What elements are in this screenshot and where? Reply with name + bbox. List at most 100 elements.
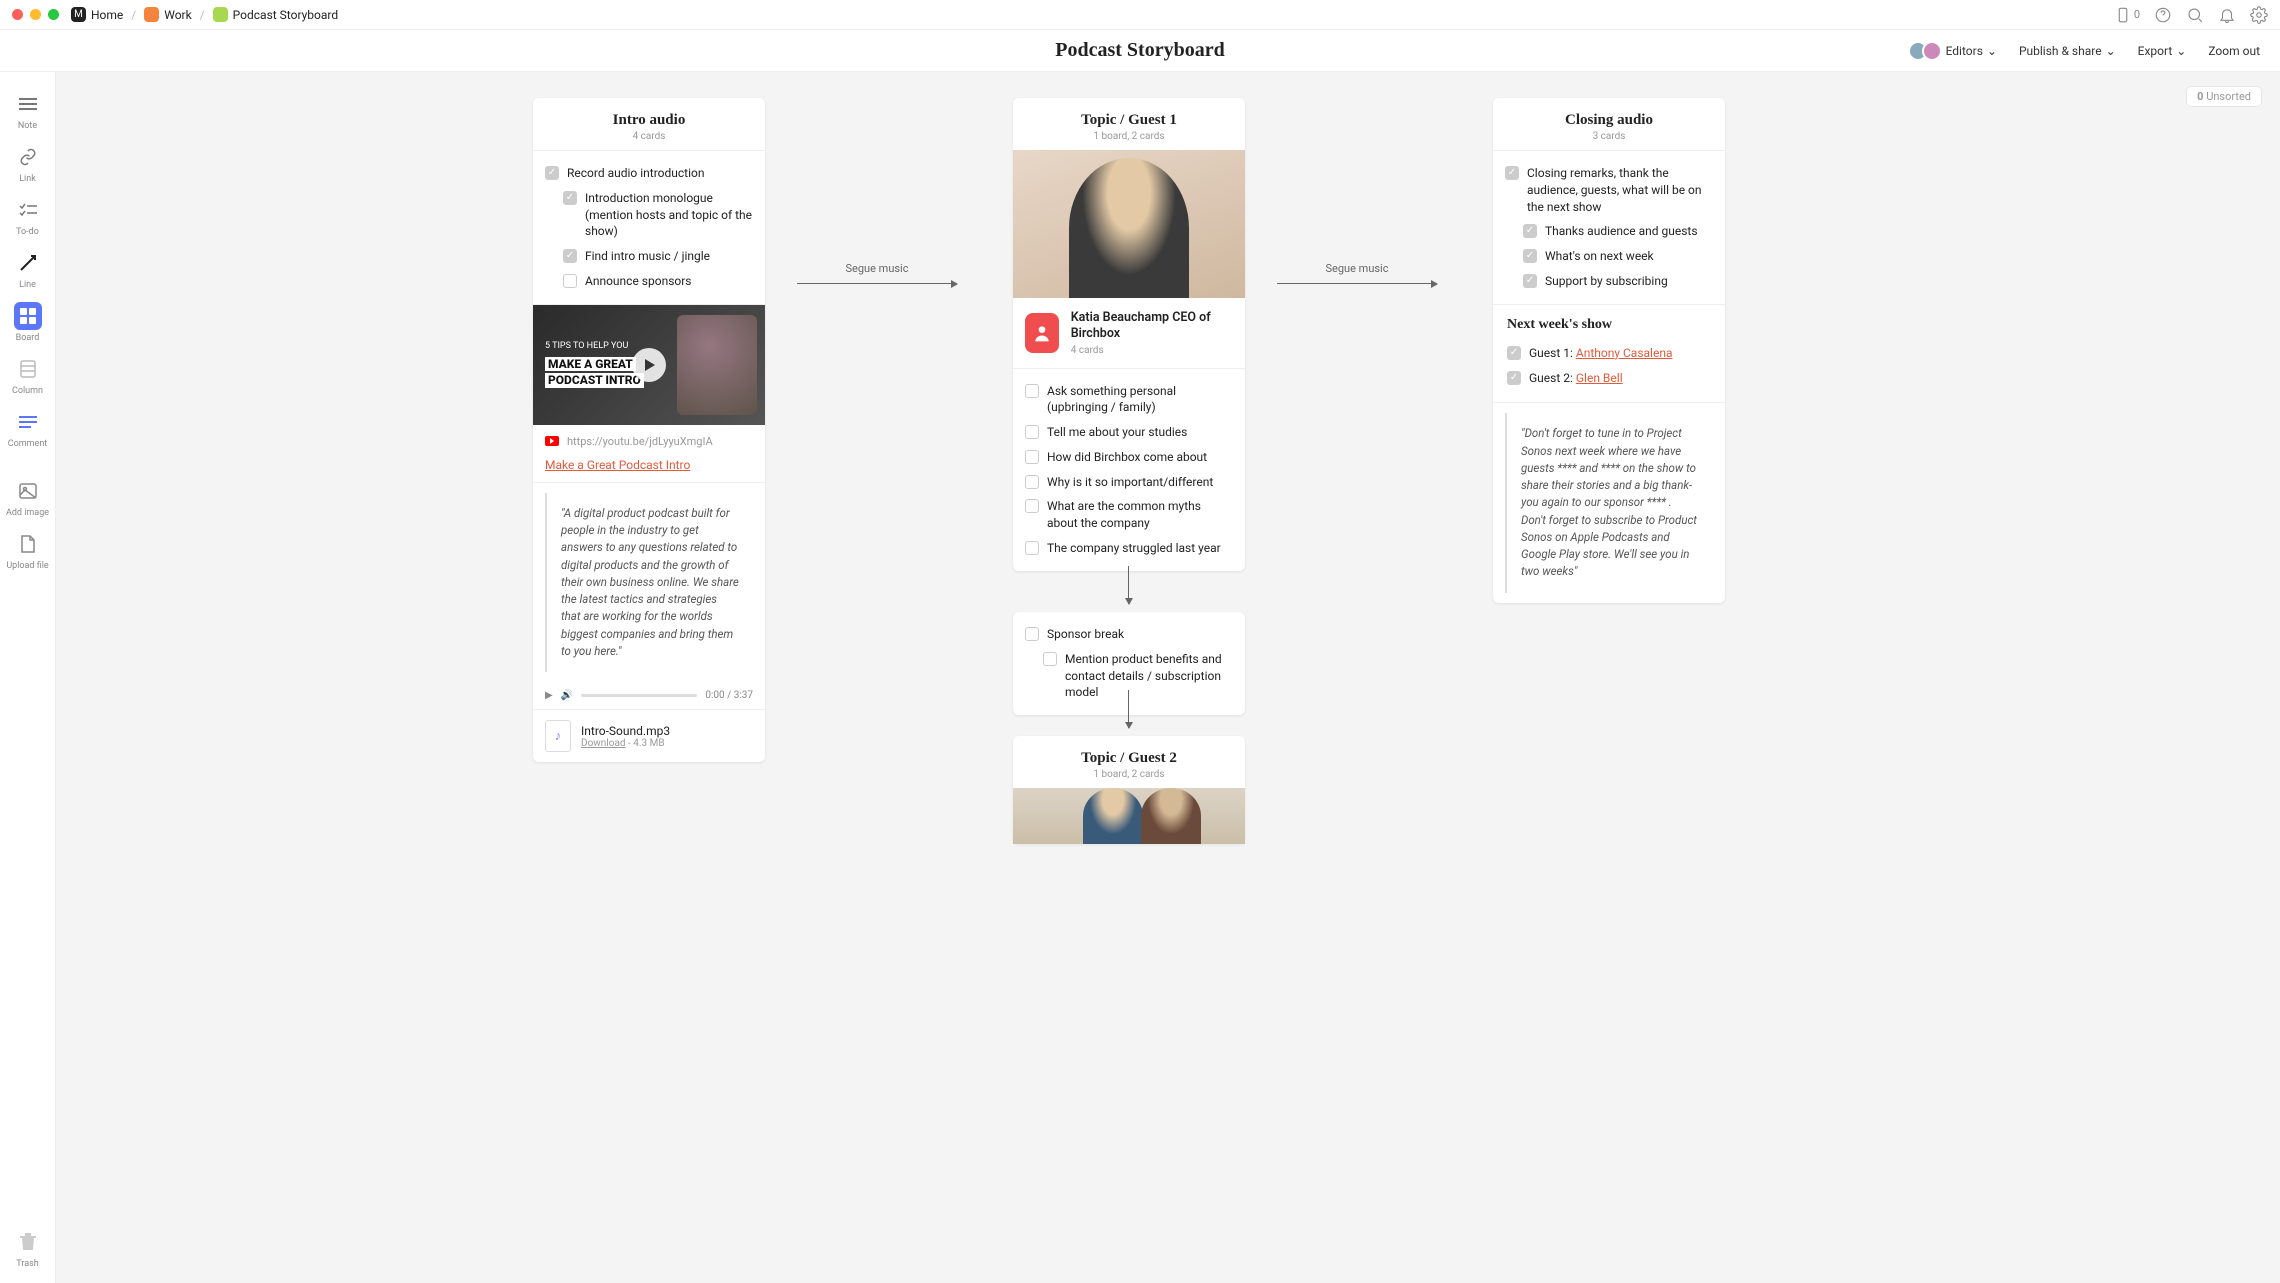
card-questions[interactable]: Ask something personal (upbringing / fam… [1013,368,1245,571]
tool-label: Line [19,280,36,290]
editors-button[interactable]: Editors ⌄ [1908,41,1997,61]
tool-link[interactable]: Link [6,139,50,188]
export-button[interactable]: Export ⌄ [2138,44,2187,58]
close-window-icon[interactable] [12,9,23,20]
tool-note[interactable]: Note [6,86,50,135]
bell-icon[interactable] [2218,6,2236,24]
quote-text: "Don't forget to tune in to Project Sono… [1505,413,1713,592]
tool-todo[interactable]: To-do [6,192,50,241]
checkbox-icon[interactable] [1025,541,1039,555]
audio-player[interactable]: ▶ 🔊 0:00 / 3:37 [533,682,765,709]
task-row[interactable]: The company struggled last year [1025,536,1233,561]
task-row[interactable]: Find intro music / jingle [563,244,753,269]
task-row[interactable]: Guest 2: Glen Bell [1507,366,1711,391]
zoom-out-button[interactable]: Zoom out [2208,44,2260,58]
audio-progress[interactable] [581,694,697,697]
task-row[interactable]: Record audio introduction [545,161,753,186]
task-row[interactable]: How did Birchbox come about [1025,445,1233,470]
checkbox-icon[interactable] [1025,384,1039,398]
column-topic-guest-2[interactable]: Topic / Guest 2 1 board, 2 cards [1013,736,1245,844]
search-icon[interactable] [2186,6,2204,24]
checkbox-icon[interactable] [1523,224,1537,238]
card-quote[interactable]: "A digital product podcast built for peo… [533,482,765,762]
minimize-window-icon[interactable] [30,9,41,20]
tool-comment[interactable]: Comment [6,404,50,453]
task-row[interactable]: Guest 1: Anthony Casalena [1507,341,1711,366]
unsorted-badge[interactable]: 0 Unsorted [2186,86,2262,107]
tool-line[interactable]: Line [6,245,50,294]
checkbox-icon[interactable] [1025,425,1039,439]
guest-link[interactable]: Glen Bell [1576,371,1623,385]
task-row[interactable]: Closing remarks, thank the audience, gue… [1505,161,1713,219]
column-closing-audio[interactable]: Closing audio 3 cards Closing remarks, t… [1493,98,1725,603]
checkbox-icon[interactable] [563,191,577,205]
checkbox-icon[interactable] [545,166,559,180]
task-row[interactable]: Announce sponsors [563,269,753,294]
task-row[interactable]: Thanks audience and guests [1523,219,1713,244]
task-row[interactable]: Mention product benefits and contact det… [1043,647,1233,705]
help-icon[interactable] [2154,6,2172,24]
chevron-down-icon: ⌄ [2176,44,2186,58]
column-topic-guest-1[interactable]: Topic / Guest 1 1 board, 2 cards Katia B… [1013,98,1245,571]
checkbox-icon[interactable] [1025,475,1039,489]
task-label: Announce sponsors [585,273,692,290]
task-row[interactable]: Sponsor break [1025,622,1233,647]
card-video[interactable]: 5 TIPS TO HELP YOU MAKE A GREAT PODCAST … [533,304,765,482]
tool-add-image[interactable]: Add image [6,473,50,522]
tool-upload[interactable]: Upload file [6,526,50,575]
card-tasks[interactable]: Record audio introduction Introduction m… [533,150,765,304]
task-label: Introduction monologue (mention hosts an… [585,190,753,240]
checkbox-icon[interactable] [1025,627,1039,641]
tool-column[interactable]: Column [6,351,50,400]
checkbox-icon[interactable] [1505,166,1519,180]
play-icon[interactable] [632,348,666,382]
download-link[interactable]: Download [581,738,626,749]
video-title-link[interactable]: Make a Great Podcast Intro [533,458,765,482]
checkbox-icon[interactable] [563,274,577,288]
tool-trash[interactable]: Trash [6,1224,50,1273]
card-next-week[interactable]: Next week's show Guest 1: Anthony Casale… [1493,304,1725,403]
gear-icon[interactable] [2250,6,2268,24]
card-closing-quote[interactable]: "Don't forget to tune in to Project Sono… [1493,402,1725,592]
breadcrumb-home[interactable]: M Home [71,7,123,22]
surface: Note Link To-do Line Board Column Commen… [0,72,2280,1283]
breadcrumb-current[interactable]: Podcast Storyboard [213,7,338,22]
card-sponsor-break[interactable]: Sponsor break Mention product benefits a… [1013,612,1245,715]
task-row[interactable]: Introduction monologue (mention hosts an… [563,186,753,244]
video-thumbnail[interactable]: 5 TIPS TO HELP YOU MAKE A GREAT PODCAST … [533,305,765,425]
task-row[interactable]: Tell me about your studies [1025,420,1233,445]
checkbox-icon[interactable] [1025,450,1039,464]
file-attachment[interactable]: ♪ Intro-Sound.mp3 Download - 4.3 MB [533,709,765,762]
task-row[interactable]: What's on next week [1523,244,1713,269]
task-row[interactable]: Why is it so important/different [1025,470,1233,495]
checkbox-icon[interactable] [1507,346,1521,360]
tool-board[interactable]: Board [6,298,50,347]
task-row[interactable]: Support by subscribing [1523,269,1713,294]
checkbox-icon[interactable] [563,249,577,263]
task-row[interactable]: What are the common myths about the comp… [1025,494,1233,536]
maximize-window-icon[interactable] [48,9,59,20]
canvas[interactable]: 0 Unsorted Intro audio 4 cards Record au… [56,72,2280,1283]
breadcrumb-work[interactable]: Work [144,7,191,22]
zoom-label: Zoom out [2208,44,2260,58]
task-label: Why is it so important/different [1047,474,1213,491]
guest-prefix: Guest 2: [1529,371,1576,385]
checkbox-icon[interactable] [1043,652,1057,666]
export-label: Export [2138,44,2173,58]
play-icon[interactable]: ▶ [545,690,553,701]
video-figure [677,315,757,415]
publish-button[interactable]: Publish & share ⌄ [2019,44,2116,58]
breadcrumb-home-label: Home [91,8,123,22]
guest-card[interactable]: Katia Beauchamp CEO of Birchbox 4 cards [1013,298,1245,368]
volume-icon[interactable]: 🔊 [561,690,573,701]
checkbox-icon[interactable] [1523,274,1537,288]
guest-link[interactable]: Anthony Casalena [1576,346,1673,360]
guest-prefix: Guest 1: [1529,346,1576,360]
checkbox-icon[interactable] [1025,499,1039,513]
device-indicator[interactable]: 0 [2114,6,2140,24]
card-closing-tasks[interactable]: Closing remarks, thank the audience, gue… [1493,150,1725,304]
checkbox-icon[interactable] [1523,249,1537,263]
task-row[interactable]: Ask something personal (upbringing / fam… [1025,379,1233,421]
checkbox-icon[interactable] [1507,371,1521,385]
column-intro-audio[interactable]: Intro audio 4 cards Record audio introdu… [533,98,765,762]
